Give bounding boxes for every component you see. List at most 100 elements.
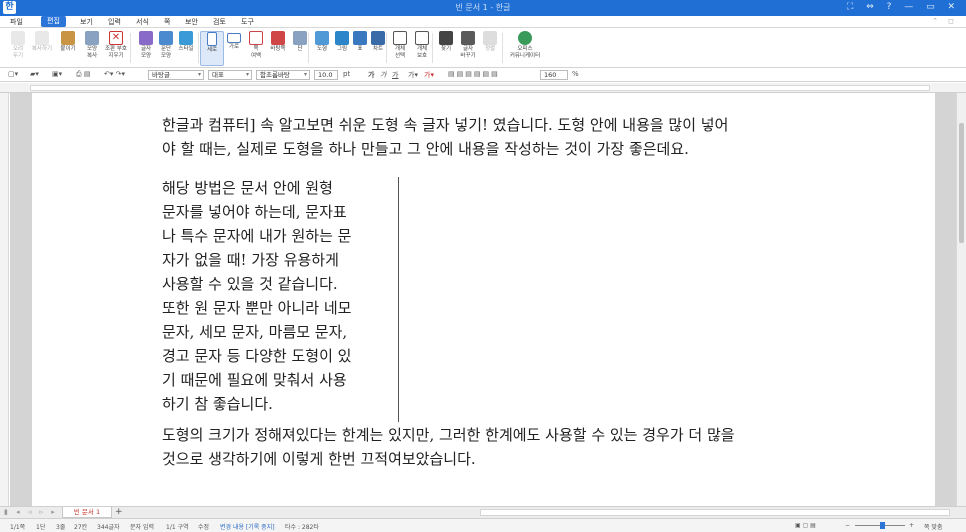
zoom-slider-knob[interactable] [880, 522, 885, 529]
zoom-input[interactable]: 160 [540, 70, 568, 80]
menu-tools[interactable]: 도구 [241, 17, 254, 27]
box-line[interactable]: 경고 문자 등 다양한 도형이 있 [162, 345, 378, 366]
paragraph-1-line-2[interactable]: 야 할 때는, 실제로 도형을 하나 만들고 그 안에 내용을 작성하는 것이 … [162, 137, 689, 161]
copy-icon [35, 31, 49, 45]
replace-button[interactable]: 글자 바꾸기 [456, 31, 480, 66]
find-icon [439, 31, 453, 45]
menu-security[interactable]: 보안 [185, 17, 198, 27]
zoom-out-icon[interactable]: − [845, 522, 850, 529]
horizontal-ruler[interactable] [0, 83, 966, 93]
paragraph-3-line-2[interactable]: 것으로 생각하기에 이렇게 한번 끄적여보았습니다. [162, 447, 476, 471]
tab-document-1[interactable]: 빈 문서 1 [62, 507, 112, 518]
menu-format[interactable]: 서식 [136, 17, 149, 27]
fit-page-button[interactable]: 쪽 맞춤 [924, 522, 942, 531]
status-typing: 타수 : 282타 [285, 524, 319, 531]
vertical-scrollbar[interactable] [956, 93, 966, 506]
paste-button[interactable]: 붙이기 [56, 31, 80, 66]
document-tab-bar: ▮ ◂ ◃ ▹ ▸ 빈 문서 1 + [0, 506, 966, 518]
new-doc-icon[interactable]: ▢▾ [8, 70, 18, 78]
italic-icon[interactable]: 가 [380, 70, 386, 80]
menu-view[interactable]: 보기 [80, 17, 93, 27]
para-shape-icon [159, 31, 173, 45]
menu-file[interactable]: 파일 [10, 17, 23, 27]
language-select[interactable]: 대표 ▾ [208, 70, 252, 80]
style-select[interactable]: 바탕글 ▾ [148, 70, 204, 80]
paste-icon [61, 31, 75, 45]
horizontal-scrollbar[interactable] [480, 509, 950, 516]
box-line[interactable]: 사용할 수 있을 것 같습니다. [162, 273, 378, 294]
protect-object-button[interactable]: 개체 보호 [410, 31, 434, 66]
box-line[interactable]: 문자, 세모 문자, 마름모 문자, [162, 321, 378, 342]
undo-icon[interactable]: ↶▾ ↷▾ [104, 70, 125, 78]
scroll-thumb[interactable] [959, 123, 964, 243]
view-mode-icons[interactable]: ▣ ▢ ▤ [795, 522, 816, 529]
print-icon[interactable]: ⎙ ▤ [76, 70, 90, 79]
status-edit[interactable]: 수정 [198, 522, 209, 531]
paragraph-3-line-1[interactable]: 도형의 크기가 정해져있다는 한계는 있지만, 그러한 한계에도 사용할 수 있… [162, 423, 735, 447]
box-line[interactable]: 또한 원 문자 뿐만 아니라 네모 [162, 297, 378, 318]
paragraph-1-line-1[interactable]: 한글과 컴퓨터] 속 알고보면 쉬운 도형 속 글자 넣기! 였습니다. 도형 … [162, 113, 728, 137]
status-line: 3줄 [56, 524, 66, 531]
box-line[interactable]: 해당 방법은 문서 안에 원형 [162, 177, 378, 198]
box-line[interactable]: 하기 참 좋습니다. [162, 393, 378, 414]
table-icon [353, 31, 367, 45]
picture-icon [335, 31, 349, 45]
window-title: 빈 문서 1 - 한글 [455, 3, 511, 12]
save-icon[interactable]: ▣▾ [52, 70, 62, 78]
font-size-unit[interactable]: pt [343, 70, 350, 78]
window-controls[interactable]: ⛶ ⇔ ? — ▭ ✕ [847, 2, 960, 12]
status-bar: 1/1쪽 1단 3줄 27칸 344글자 문자 입력 1/1 구역 수정 변경 … [0, 518, 966, 532]
tab-nav-icons[interactable]: ▮ ◂ ◃ ▹ ▸ [4, 508, 58, 516]
scissors-icon [11, 31, 25, 45]
clear-format-icon: ✕ [109, 31, 123, 45]
page-margin-button[interactable]: 쪽 여백 [244, 31, 268, 66]
menu-review[interactable]: 검토 [213, 17, 226, 27]
format-painter-icon [85, 31, 99, 45]
status-track-changes[interactable]: 변경 내용 [기록 중지] [220, 522, 275, 531]
status-mode[interactable]: 문자 입력 [130, 522, 154, 531]
status-chars: 344글자 [97, 524, 120, 531]
document-area: 한글과 컴퓨터] 속 알고보면 쉬운 도형 속 글자 넣기! 였습니다. 도형 … [10, 93, 956, 506]
landscape-button[interactable]: 가로 [222, 31, 246, 66]
office-communicator-button[interactable]: 오피스 커뮤니케이터 [508, 31, 542, 66]
protect-object-icon [415, 31, 429, 45]
shape-border[interactable] [398, 177, 399, 422]
copy-button[interactable]: 복사하기 [30, 31, 54, 66]
find-button[interactable]: 찾기 [434, 31, 458, 66]
communicator-icon [518, 31, 532, 45]
box-line[interactable]: 문자를 넣어야 하는데, 문자표 [162, 201, 378, 222]
portrait-button[interactable]: 세로 [200, 31, 224, 66]
font-color-icon[interactable]: 가▾ [424, 70, 434, 80]
box-line[interactable]: 기 때문에 필요에 맞춰서 사용 [162, 369, 378, 390]
menu-insert[interactable]: 입력 [108, 17, 121, 27]
menu-page[interactable]: 쪽 [164, 17, 170, 27]
status-column-section: 1단 [36, 524, 46, 531]
font-size-input[interactable]: 10.0 [314, 70, 338, 80]
cut-button[interactable]: 오려 두기 [6, 31, 30, 66]
underline-icon[interactable]: 가 [392, 70, 398, 80]
zoom-unit: % [572, 70, 579, 78]
vertical-ruler[interactable] [0, 93, 9, 506]
clear-format-button[interactable]: ✕ 조판 부호 지우기 [104, 31, 128, 66]
sort-icon [483, 31, 497, 45]
add-tab-button[interactable]: + [115, 507, 123, 517]
document-page[interactable]: 한글과 컴퓨터] 속 알고보면 쉬운 도형 속 글자 넣기! 였습니다. 도형 … [32, 93, 935, 506]
sort-button[interactable]: 정렬 [478, 31, 502, 66]
box-line[interactable]: 나 특수 문자에 내가 원하는 문 [162, 225, 378, 246]
font-select[interactable]: 함초롬바탕 ▾ [256, 70, 310, 80]
status-page: 1/1쪽 [10, 524, 26, 531]
format-painter-button[interactable]: 모양 복사 [80, 31, 104, 66]
menu-edit[interactable]: 편집 [41, 16, 66, 27]
formatting-toolbar: ▢▾ ▰▾ ▣▾ ⎙ ▤ ↶▾ ↷▾ 바탕글 ▾ 대표 ▾ 함초롬바탕 ▾ 10.0 … [0, 68, 966, 82]
open-folder-icon[interactable]: ▰▾ [30, 70, 39, 78]
strike-icon[interactable]: 가▾ [408, 70, 418, 80]
select-object-button[interactable]: 개체 선택 [388, 31, 412, 66]
master-page-button[interactable]: 바탕쪽 [266, 31, 290, 66]
style-button[interactable]: 스타일 [174, 31, 198, 66]
ribbon-toggle-icon[interactable]: ⌃ ◻ [932, 17, 958, 25]
bold-icon[interactable]: 가 [368, 70, 374, 80]
align-icons[interactable]: ▤▤▤▤▤▤ [448, 70, 500, 78]
zoom-in-icon[interactable]: + [909, 522, 914, 529]
box-line[interactable]: 자가 없을 때! 가장 유용하게 [162, 249, 378, 270]
status-column: 27칸 [74, 524, 88, 531]
